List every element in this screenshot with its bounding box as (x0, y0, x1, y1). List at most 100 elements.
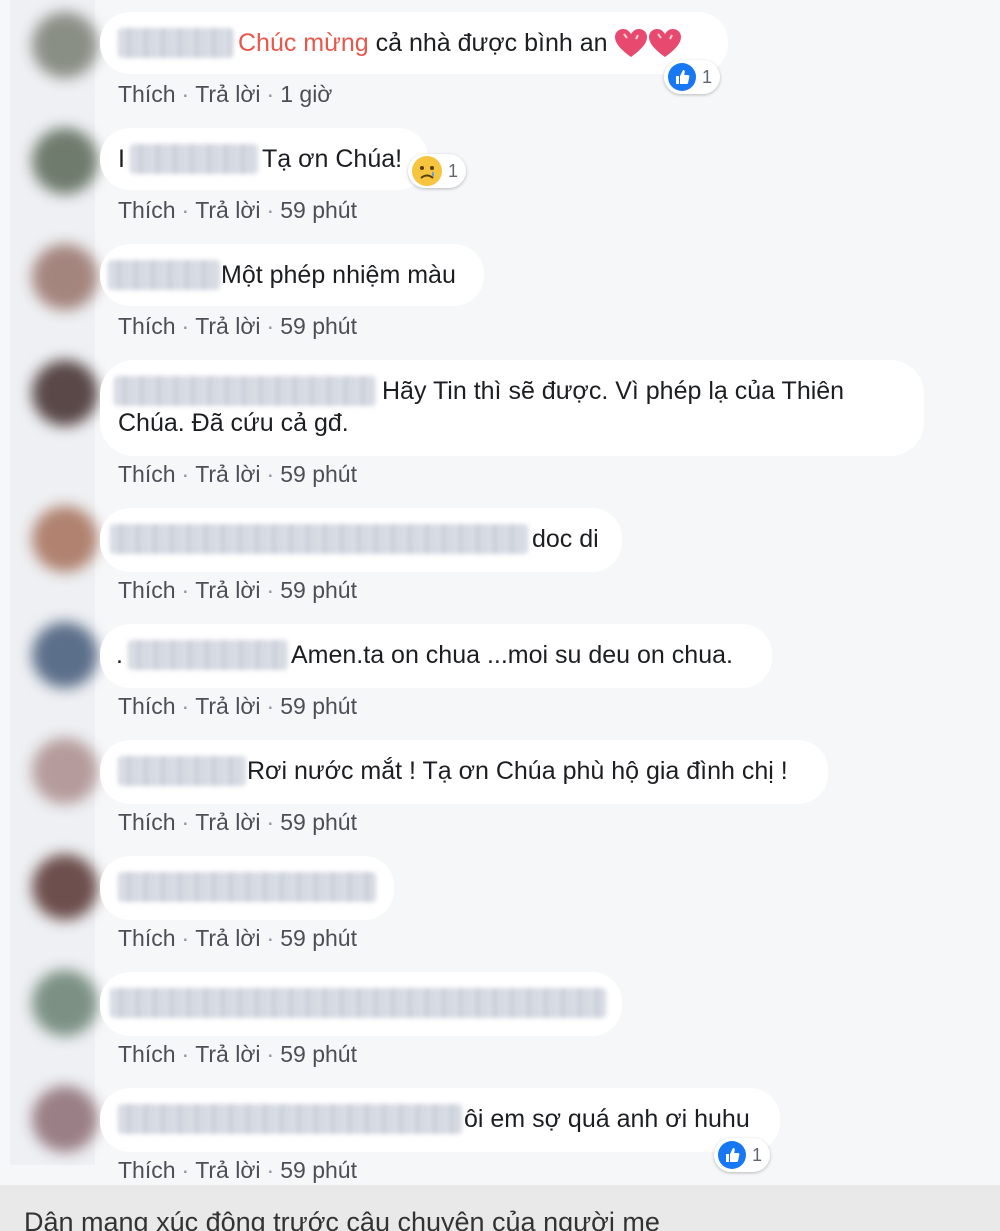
blurred-author-name[interactable] (130, 144, 258, 174)
comment-bubble: Một phép nhiệm màu (100, 244, 484, 306)
avatar[interactable] (32, 970, 98, 1036)
image-caption: Dân mạng xúc động trước câu chuyện của n… (0, 1185, 1000, 1231)
reply-link[interactable]: Trả lời (195, 809, 260, 835)
reply-link[interactable]: Trả lời (195, 1157, 260, 1183)
avatar[interactable] (32, 854, 98, 920)
like-link[interactable]: Thích (118, 313, 176, 339)
separator: · (181, 693, 190, 719)
comment-text: Tạ ơn Chúa! (262, 145, 403, 173)
like-link[interactable]: Thích (118, 1157, 176, 1183)
comment-actions: Thích · Trả lời · 59 phút (118, 1157, 357, 1184)
reply-link[interactable]: Trả lời (195, 81, 260, 107)
separator: · (181, 1041, 190, 1067)
timestamp[interactable]: 59 phút (280, 809, 357, 835)
comment-text: cả nhà được bình an (368, 29, 608, 57)
like-icon (668, 63, 696, 91)
separator: · (266, 197, 275, 223)
reaction-badge[interactable]: 1 (664, 60, 721, 94)
separator: · (181, 461, 190, 487)
blurred-author-name[interactable] (114, 376, 376, 406)
like-link[interactable]: Thích (118, 1041, 176, 1067)
separator: · (181, 925, 190, 951)
avatar-column (10, 0, 98, 1165)
comment-bubble (100, 856, 394, 920)
comment-text: doc di (532, 525, 599, 553)
timestamp[interactable]: 59 phút (280, 925, 357, 951)
separator: · (266, 809, 275, 835)
timestamp[interactable]: 59 phút (280, 1041, 357, 1067)
comment-actions: Thích · Trả lời · 59 phút (118, 1041, 357, 1068)
avatar[interactable] (32, 244, 98, 310)
caption-text: Dân mạng xúc động trước câu chuyện của n… (24, 1207, 660, 1231)
comment-prefix: I (118, 145, 125, 173)
comment-actions: Thích · Trả lời · 59 phút (118, 461, 357, 488)
comment-actions: Thích · Trả lời · 59 phút (118, 809, 357, 836)
avatar[interactable] (32, 128, 98, 194)
reaction-count: 1 (448, 160, 459, 181)
like-link[interactable]: Thích (118, 809, 176, 835)
reply-link[interactable]: Trả lời (195, 461, 260, 487)
reply-link[interactable]: Trả lời (195, 693, 260, 719)
separator: · (266, 577, 275, 603)
reaction-badge[interactable]: 1 (714, 1138, 771, 1172)
like-link[interactable]: Thích (118, 197, 176, 223)
like-link[interactable]: Thích (118, 693, 176, 719)
separator: · (266, 81, 275, 107)
avatar[interactable] (32, 12, 98, 78)
blurred-author-name[interactable] (108, 260, 220, 290)
avatar[interactable] (32, 1086, 98, 1152)
like-link[interactable]: Thích (118, 925, 176, 951)
reply-link[interactable]: Trả lời (195, 1041, 260, 1067)
comment-bubble: ôi em sợ quá anh ơi huhu (100, 1088, 780, 1152)
comment-bubble (100, 972, 622, 1036)
timestamp[interactable]: 59 phút (280, 1157, 357, 1183)
timestamp[interactable]: 59 phút (280, 693, 357, 719)
heart-icon (615, 29, 648, 58)
reply-link[interactable]: Trả lời (195, 313, 260, 339)
separator: · (181, 577, 190, 603)
timestamp[interactable]: 59 phút (280, 313, 357, 339)
timestamp[interactable]: 1 giờ (280, 81, 332, 107)
like-icon (718, 1141, 746, 1169)
reply-link[interactable]: Trả lời (195, 925, 260, 951)
blurred-author-name[interactable] (110, 524, 528, 554)
comment-bubble: . Amen.ta on chua ...moi su deu on chua. (100, 624, 772, 688)
comment-bubble: Rơi nước mắt ! Tạ ơn Chúa phù hộ gia đìn… (100, 740, 828, 804)
comment-bubble: doc di (100, 508, 622, 572)
avatar[interactable] (32, 506, 98, 572)
comment-actions: Thích · Trả lời · 1 giờ (118, 81, 332, 108)
reaction-badge[interactable]: 1 (408, 154, 467, 188)
sad-icon (412, 156, 442, 186)
comment-text: Amen.ta on chua ...moi su deu on chua. (291, 641, 733, 669)
separator: · (266, 313, 275, 339)
separator: · (181, 313, 190, 339)
blurred-author-name[interactable] (128, 640, 288, 670)
timestamp[interactable]: 59 phút (280, 577, 357, 603)
reaction-count: 1 (702, 66, 713, 87)
comment-bubble: I Tạ ơn Chúa! (100, 128, 428, 190)
comment-text-line2: Chúa. Đã cứu cả gđ. (118, 409, 349, 437)
separator: · (266, 693, 275, 719)
comment-prefix: . (116, 641, 123, 669)
blurred-comment-content (110, 988, 606, 1018)
blurred-author-name[interactable] (118, 28, 233, 58)
blurred-author-name[interactable] (118, 756, 246, 786)
like-link[interactable]: Thích (118, 577, 176, 603)
comment-actions: Thích · Trả lời · 59 phút (118, 577, 357, 604)
separator: · (266, 925, 275, 951)
blurred-author-name[interactable] (118, 1104, 462, 1134)
like-link[interactable]: Thích (118, 461, 176, 487)
comment-actions: Thích · Trả lời · 59 phút (118, 313, 357, 340)
avatar[interactable] (32, 360, 98, 426)
reply-link[interactable]: Trả lời (195, 197, 260, 223)
timestamp[interactable]: 59 phút (280, 461, 357, 487)
like-link[interactable]: Thích (118, 81, 176, 107)
avatar[interactable] (32, 622, 98, 688)
comment-text: Hãy Tin thì sẽ được. Vì phép lạ của Thiê… (382, 377, 845, 405)
separator: · (181, 1157, 190, 1183)
timestamp[interactable]: 59 phút (280, 197, 357, 223)
reply-link[interactable]: Trả lời (195, 577, 260, 603)
separator: · (266, 461, 275, 487)
avatar[interactable] (32, 738, 98, 804)
separator: · (266, 1041, 275, 1067)
